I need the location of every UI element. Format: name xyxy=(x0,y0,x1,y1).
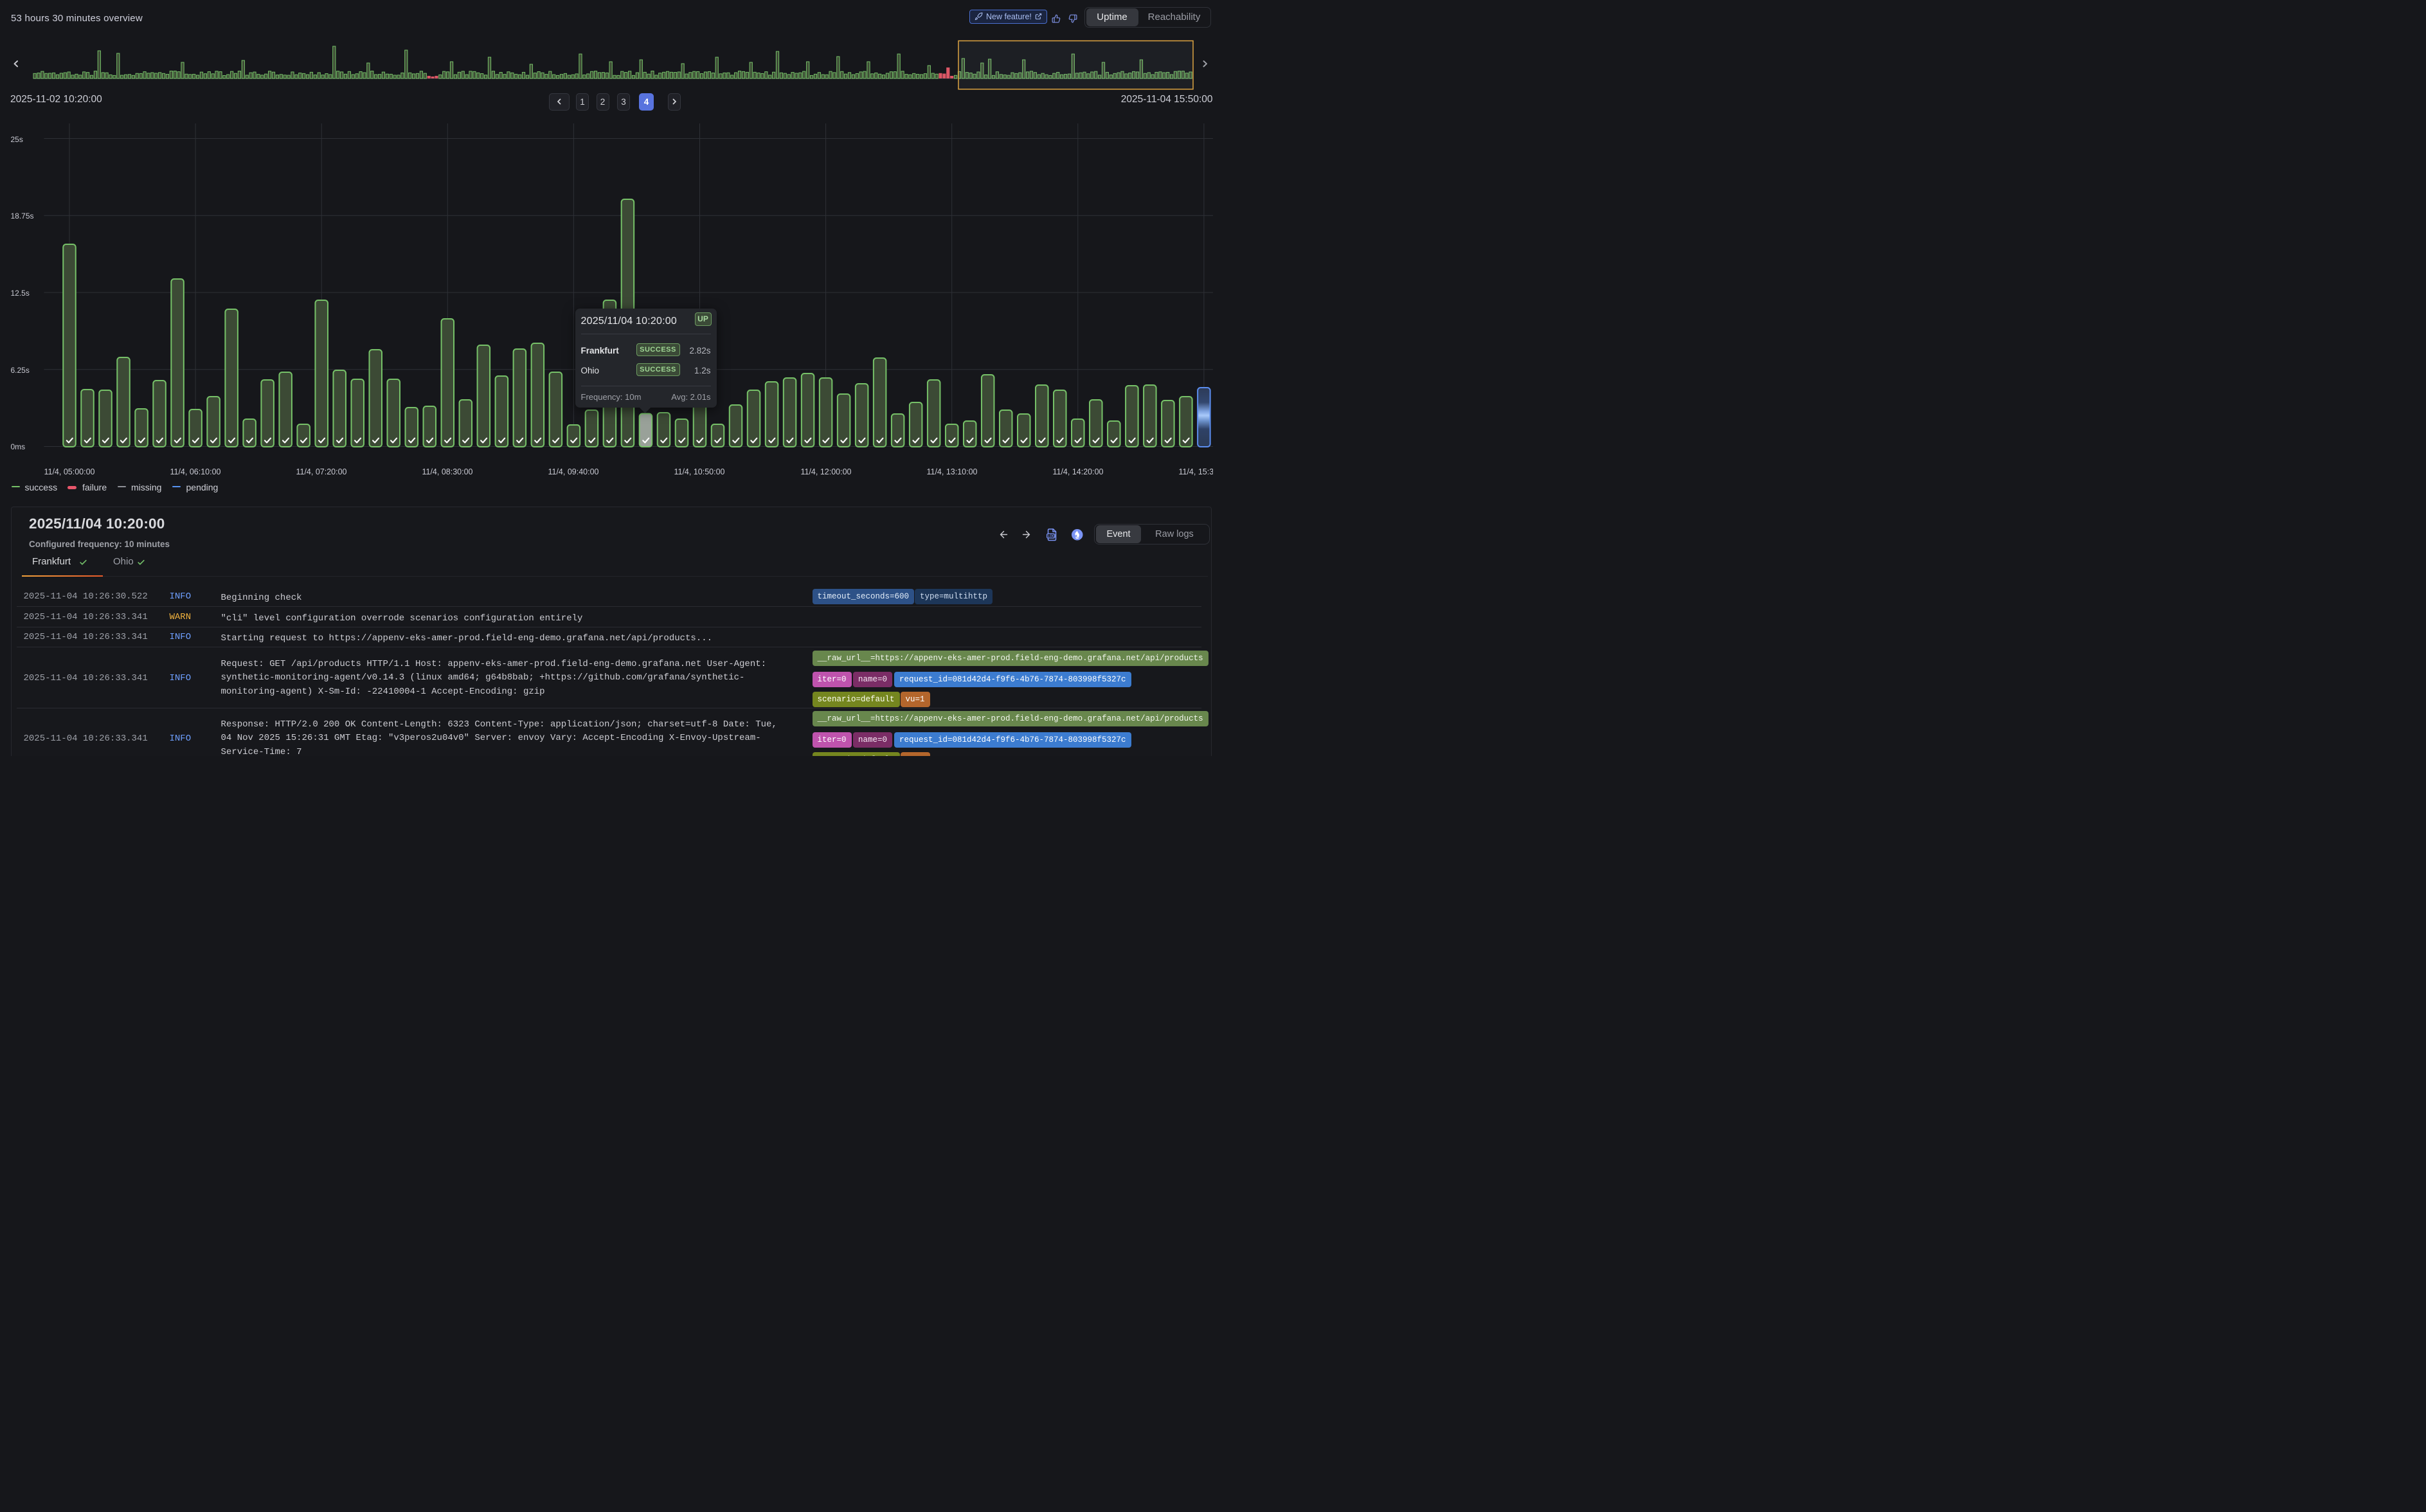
svg-text:LOG: LOG xyxy=(1048,535,1055,539)
